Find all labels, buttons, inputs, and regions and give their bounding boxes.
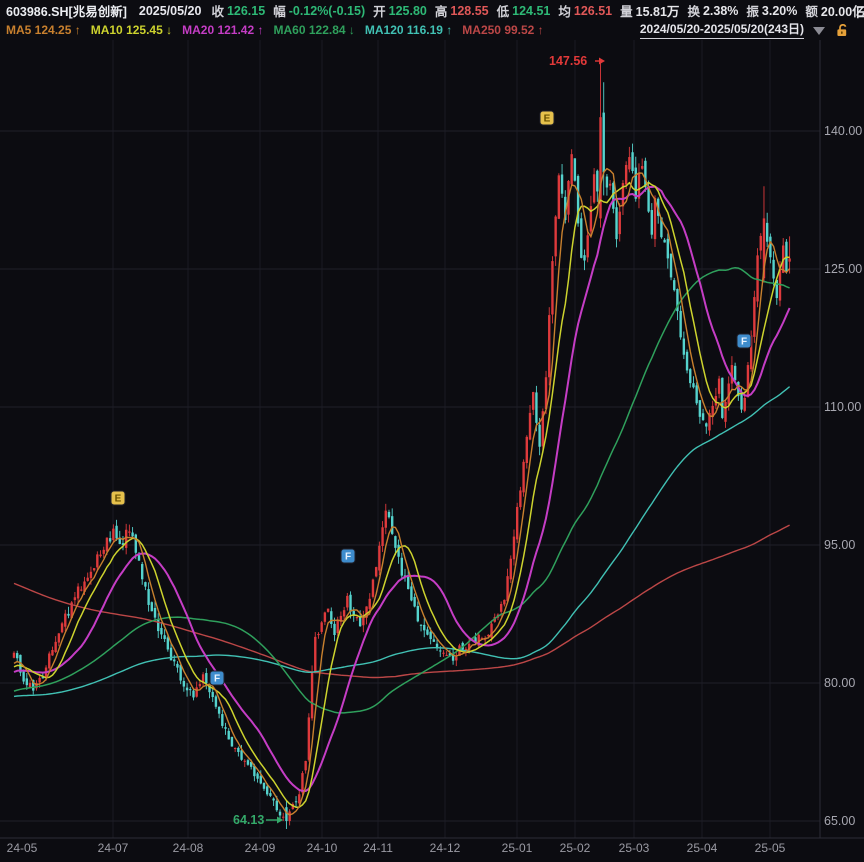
ma-line-ma120 xyxy=(14,387,790,697)
month-tick-label: 25-02 xyxy=(560,841,591,855)
month-tick-label: 24-09 xyxy=(245,841,276,855)
badge-F[interactable]: F xyxy=(341,549,355,563)
ma-lines xyxy=(14,169,790,815)
price-tick-label: 125.00 xyxy=(824,262,862,276)
month-tick-label: 25-03 xyxy=(619,841,650,855)
range-selector-label[interactable]: 2024/05/20-2025/05/20(243日) xyxy=(640,20,804,39)
ma-line-ma5 xyxy=(14,169,790,815)
month-tick-label: 24-11 xyxy=(363,841,393,855)
quote-field-低: 低124.51 xyxy=(497,1,551,20)
quote-field-开: 开125.80 xyxy=(373,1,427,20)
quote-field-换: 换2.38% xyxy=(687,1,738,20)
month-tick-label: 24-12 xyxy=(430,841,461,855)
badge-E[interactable]: E xyxy=(540,111,554,125)
gridlines xyxy=(0,40,864,838)
stock-symbol[interactable]: 603986.SH[兆易创新] xyxy=(6,1,127,20)
svg-text:F: F xyxy=(741,337,747,348)
price-tick-label: 110.00 xyxy=(824,400,861,414)
ma-legend-ma10[interactable]: MA10 125.45 ↓ xyxy=(91,23,172,37)
month-tick-label: 24-10 xyxy=(307,841,338,855)
month-tick-label: 24-08 xyxy=(173,841,204,855)
svg-text:F: F xyxy=(214,674,220,685)
quote-field-收: 收126.15 xyxy=(211,1,265,20)
axis-labels: 140.00 125.00 110.00 95.00 80.00 65.00 24-05 24… xyxy=(7,124,863,855)
badge-E[interactable]: E xyxy=(111,491,125,505)
ma-line-ma60 xyxy=(14,268,790,713)
svg-text:E: E xyxy=(544,114,551,125)
ma-legend: MA5 124.25 ↑ MA10 125.45 ↓ MA20 121.42 ↑ MA… xyxy=(6,23,554,37)
quote-field-振: 振3.20% xyxy=(746,1,797,20)
quote-date: 2025/05/20 xyxy=(139,4,202,18)
price-tick-label: 140.00 xyxy=(824,124,862,138)
month-tick-label: 24-05 xyxy=(7,841,38,855)
quote-field-幅: 幅-0.12%(-0.15) xyxy=(273,1,365,20)
svg-text:E: E xyxy=(115,494,122,505)
candles xyxy=(13,61,791,829)
quote-field-高: 高128.55 xyxy=(435,1,489,20)
svg-text:F: F xyxy=(345,552,351,563)
month-tick-label: 25-05 xyxy=(755,841,786,855)
badge-F[interactable]: F xyxy=(210,671,224,685)
ma-legend-ma60[interactable]: MA60 122.84 ↓ xyxy=(274,23,355,37)
ma-legend-ma20[interactable]: MA20 121.42 ↑ xyxy=(182,23,263,37)
clipped-right-glyph: 日 xyxy=(855,2,864,21)
month-tick-label: 24-07 xyxy=(98,841,129,855)
chevron-down-icon[interactable] xyxy=(813,27,825,35)
quote-field-量: 量15.81万 xyxy=(620,1,679,20)
price-tick-label: 95.00 xyxy=(824,538,855,552)
kline-svg[interactable]: 140.00 125.00 110.00 95.00 80.00 65.00 24-05 24… xyxy=(0,0,864,862)
price-annotations: 147.56 64.13 xyxy=(233,54,605,827)
header-bar: 603986.SH[兆易创新] 2025/05/20 收126.15 幅-0.12… xyxy=(0,0,864,21)
unlock-icon[interactable] xyxy=(835,22,850,37)
month-tick-label: 25-01 xyxy=(502,841,533,855)
range-selector[interactable]: 2024/05/20-2025/05/20(243日) xyxy=(640,21,850,38)
quote-field-均: 均126.51 xyxy=(558,1,612,20)
kline-app-window: { "header": { "symbol": "603986.SH[兆易创新]… xyxy=(0,0,864,862)
price-tick-label: 80.00 xyxy=(824,676,855,690)
ma-legend-ma250[interactable]: MA250 99.52 ↑ xyxy=(462,23,543,37)
ma-legend-ma120[interactable]: MA120 116.19 ↑ xyxy=(365,23,452,37)
badge-F[interactable]: F xyxy=(737,334,751,348)
month-tick-label: 25-04 xyxy=(687,841,718,855)
ma-legend-ma5[interactable]: MA5 124.25 ↑ xyxy=(6,23,81,37)
annotation-high: 147.56 xyxy=(549,54,587,68)
ma-line-ma20 xyxy=(14,187,790,791)
header-fields: 收126.15 幅-0.12%(-0.15) 开125.80 高128.55 低124.… xyxy=(211,1,864,20)
annotation-low: 64.13 xyxy=(233,813,264,827)
ma-legend-bar: MA5 124.25 ↑ MA10 125.45 ↓ MA20 121.42 ↑ MA… xyxy=(0,21,864,38)
ma-line-ma10 xyxy=(14,183,790,808)
price-tick-label: 65.00 xyxy=(824,814,855,828)
